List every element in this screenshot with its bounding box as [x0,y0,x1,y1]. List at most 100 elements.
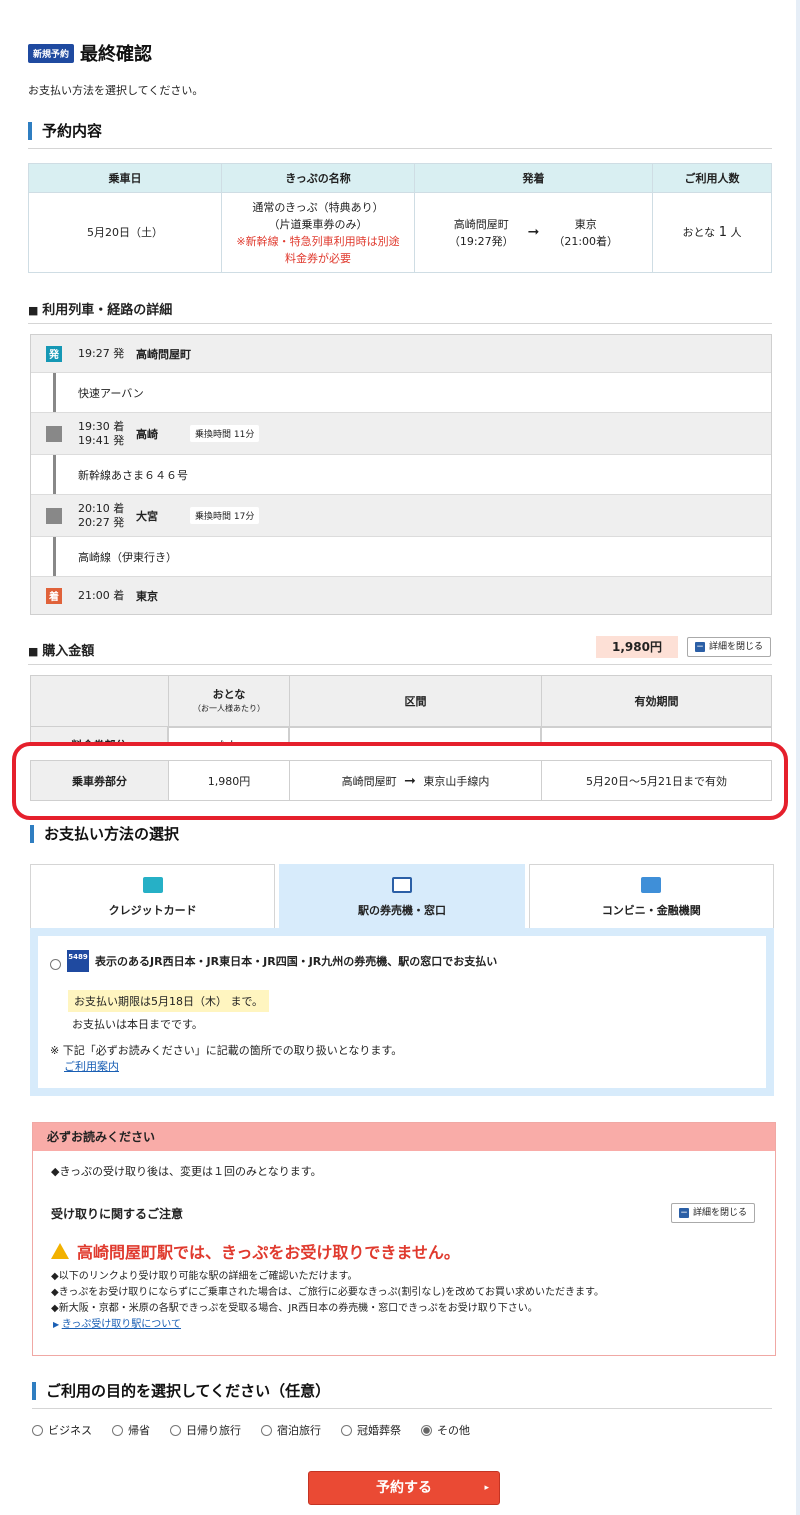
store-icon [641,877,662,893]
stop-marker-icon [46,507,62,524]
arrival-icon: 着 [46,587,62,604]
route-stop-transfer: 19:30 着 19:41 発 高崎 乗換時間 11分 [31,413,771,455]
adult-sub: （お一人様あたり） [193,703,265,713]
payment-tabs: クレジットカード 駅の券売機・窓口 コンビニ・金融機関 [30,864,774,928]
col-blank [30,675,169,728]
departure-icon: 発 [46,345,62,362]
radio[interactable] [261,1424,272,1436]
purpose-homecoming[interactable]: 帰省 [112,1422,150,1438]
divider [28,664,772,665]
people-unit: 人 [730,226,742,239]
pickup-station-link[interactable]: きっぷ受け取り駅について [62,1319,181,1330]
stop-station: 高崎 [136,427,158,441]
stop-times: 19:30 着 19:41 発 [78,420,136,448]
radio[interactable] [112,1424,123,1436]
route-stop-arrival: 着 21:00 着 東京 [31,577,771,614]
warning-icon [51,1243,69,1259]
opt-label: 冠婚葬祭 [357,1424,401,1437]
from-time: （19:27発） [448,234,514,248]
train-name: 高崎線（伊東行き） [78,550,177,564]
purchase-section-title: 購入金額 [28,640,94,659]
ticket-name: 通常のきっぷ（特典あり） （片道乗車券のみ） ※新幹線・特急列車利用時は別途 料… [221,192,415,273]
col-ticket-name: きっぷの名称 [221,163,415,193]
reservation-section-title: 予約内容 [28,122,102,140]
purpose-overnight[interactable]: 宿泊旅行 [261,1422,321,1438]
col-people: ご利用人数 [652,163,772,193]
col-route: 発着 [414,163,653,193]
route-train: 高崎線（伊東行き） [31,537,771,577]
route-detail: 発 19:27 発 高崎問屋町 快速アーバン 19:30 着 19:41 発 高… [30,334,772,615]
depart-time: 19:41 発 [78,433,125,447]
notice-title: 必ずお読みください [33,1123,775,1151]
payment-radio[interactable] [50,958,61,970]
route-stop-transfer: 20:10 着 20:27 発 大宮 乗換時間 17分 [31,495,771,537]
ticket-machine-icon [391,877,412,893]
reservation-table: 乗車日 きっぷの名称 発着 ご利用人数 5月20日（土） 通常のきっぷ（特典あり… [28,163,772,273]
payment-option-label: 表示のあるJR西日本・JR東日本・JR四国・JR九州の券売機、駅の窓口でお支払い [95,955,498,968]
route-stop-departure: 発 19:27 発 高崎問屋町 [31,335,771,373]
payment-option[interactable]: 5489 表示のあるJR西日本・JR東日本・JR四国・JR九州の券売機、駅の窓口… [50,950,497,972]
notice-bullet: ◆きっぷをお受け取りにならずにご乗車された場合は、ご旅行に必要なきっぷ(割引なし… [51,1287,604,1298]
from-station: 高崎問屋町 [453,217,509,231]
payment-panel: 5489 表示のあるJR西日本・JR東日本・JR四国・JR九州の券売機、駅の窓口… [30,928,774,1096]
route-line [53,537,56,576]
purpose-business[interactable]: ビジネス [32,1422,92,1438]
ride-date: 5月20日（土） [28,192,222,273]
route-train: 快速アーバン [31,373,771,413]
col-adult: おとな （お一人様あたり） [168,675,290,728]
radio[interactable] [170,1424,181,1436]
train-name: 快速アーバン [78,386,144,400]
purchase-table: おとな （お一人様あたり） 区間 有効期間 [30,675,772,728]
purpose-other[interactable]: その他 [421,1422,470,1438]
radio[interactable] [32,1424,43,1436]
opt-label: 帰省 [128,1424,150,1437]
stop-time: 21:00 着 [78,588,125,602]
opt-label: ビジネス [48,1424,92,1437]
route-cell: 高崎問屋町 （19:27発） ➞ 東京 （21:00着） [414,192,653,273]
payment-section-title: お支払い方法の選択 [30,825,179,843]
notice-bullets: ◆以下のリンクより受け取り可能な駅の詳細をご確認いただけます。 ◆きっぷをお受け… [51,1269,604,1333]
col-date: 乗車日 [28,163,222,193]
radio-selected[interactable] [421,1424,432,1436]
to-station: 東京 [574,217,597,231]
divider [32,1408,772,1409]
adult-label: おとな [212,687,246,701]
purpose-section-title: ご利用の目的を選択してください（任意） [32,1382,330,1400]
purpose-ceremony[interactable]: 冠婚葬祭 [341,1422,401,1438]
page-title: 最終確認 [80,44,153,65]
minus-icon: − [679,1208,689,1218]
notice-detail-close-button[interactable]: − 詳細を閉じる [671,1203,756,1223]
guide-link[interactable]: ご利用案内 [64,1058,119,1074]
purpose-daytrip[interactable]: 日帰り旅行 [170,1422,241,1438]
page-header: 新規予約 最終確認 [28,40,152,66]
chevron-right-icon: ▸ [484,1483,489,1493]
purpose-options: ビジネス 帰省 日帰り旅行 宿泊旅行 冠婚葬祭 その他 [32,1422,470,1438]
5489-logo-icon: 5489 [67,950,89,972]
opt-label: 日帰り旅行 [186,1424,241,1437]
reserve-button[interactable]: 予約する ▸ [308,1471,500,1505]
radio[interactable] [341,1424,352,1436]
route-line [53,455,56,494]
people-count: 1 [718,225,727,240]
credit-card-icon [142,877,163,893]
purchase-detail-close-button[interactable]: − 詳細を閉じる [687,637,772,657]
opt-label: その他 [437,1424,470,1437]
tab-label: クレジットカード [108,904,197,917]
tab-station-ticket-machine[interactable]: 駅の券売機・窓口 [279,864,525,928]
payment-deadline: お支払い期限は5月18日（木） まで。 [68,990,270,1012]
page-scrollbar[interactable] [796,0,800,1515]
stop-station: 大宮 [136,509,158,523]
tab-credit-card[interactable]: クレジットカード [30,864,276,928]
stop-marker-icon [46,425,62,442]
today-note: お支払いは本日までです。 [72,1018,203,1031]
ticket-line2: （片道乗車券のみ） [268,217,368,231]
to-time: （21:00着） [553,234,619,248]
notice-subtitle: 受け取りに関するご注意 [51,1207,184,1221]
route-section-title: 利用列車・経路の詳細 [28,299,172,318]
close-label: 詳細を閉じる [709,642,764,652]
tab-convenience-store[interactable]: コンビニ・金融機関 [528,864,774,928]
notice-line1: ◆きっぷの受け取り後は、変更は１回のみとなります。 [51,1165,322,1178]
payment-remark: ※ 下記「必ずお読みください」に記載の箇所での取り扱いとなります。 [50,1044,403,1057]
tab-label: コンビニ・金融機関 [601,904,701,917]
depart-time: 20:27 発 [78,515,125,529]
